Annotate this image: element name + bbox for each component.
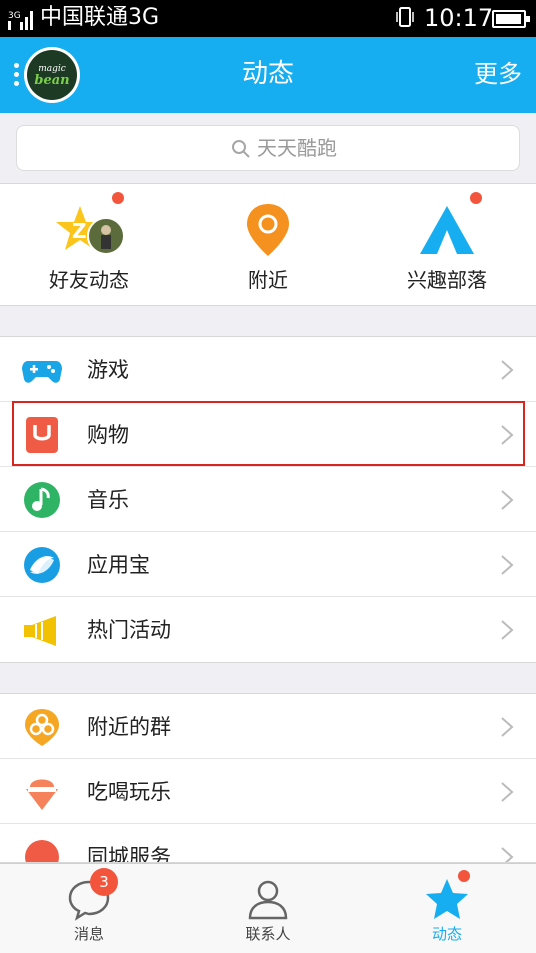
chevron-right-icon [501, 717, 514, 737]
tab-label: 消息 [73, 925, 104, 943]
top-nav-bar: magic bean 动态 更多 [0, 37, 536, 113]
city-service-icon [25, 840, 59, 862]
quick-nearby[interactable]: 附近 [179, 184, 357, 306]
tab-label: 联系人 [245, 925, 291, 943]
search-area: 天天酷跑 [0, 113, 536, 184]
chevron-right-icon [501, 555, 514, 575]
friend-feed-icon: Z [56, 206, 124, 255]
list-item-label: 购物 [87, 423, 129, 447]
unread-badge: 3 [90, 868, 118, 896]
clock: 10:17 [424, 4, 494, 32]
tent-icon [420, 206, 474, 254]
bottom-tab-bar: 3 消息 联系人 动态 [0, 863, 536, 953]
gamepad-icon [22, 361, 62, 383]
list-item-label: 游戏 [87, 358, 129, 382]
carrier-label: 中国联通3G [40, 5, 160, 30]
list-item-shopping[interactable]: 购物 [0, 402, 536, 467]
star-icon [426, 879, 468, 919]
list-item-nearby-groups[interactable]: 附近的群 [0, 694, 536, 759]
list-item-city-service[interactable]: 同城服务 [0, 824, 536, 863]
search-input[interactable]: 天天酷跑 [16, 125, 520, 171]
food-icon [26, 779, 58, 810]
tab-label: 动态 [431, 925, 462, 943]
list-item-label: 应用宝 [87, 553, 150, 577]
list-item-label: 音乐 [87, 488, 129, 512]
list-item-label: 同城服务 [87, 845, 171, 863]
vibrate-icon [396, 7, 414, 27]
more-button[interactable]: 更多 [474, 58, 522, 90]
list-item-label: 吃喝玩乐 [87, 780, 171, 804]
svg-text:3G: 3G [8, 11, 21, 21]
chevron-right-icon [501, 425, 514, 445]
nearby-group-icon [25, 709, 59, 746]
search-icon [232, 140, 250, 158]
list-item-label: 热门活动 [87, 618, 171, 642]
list-item-label: 附近的群 [87, 715, 171, 739]
chevron-right-icon [501, 782, 514, 802]
tab-messages[interactable]: 3 消息 [0, 864, 178, 953]
tab-feed[interactable]: 动态 [358, 864, 536, 953]
list-item-hot-events[interactable]: 热门活动 [0, 597, 536, 662]
chevron-right-icon [501, 360, 514, 380]
list-item-food-fun[interactable]: 吃喝玩乐 [0, 759, 536, 824]
location-pin-icon [247, 204, 289, 256]
tab-contacts[interactable]: 联系人 [179, 864, 357, 953]
search-placeholder: 天天酷跑 [257, 136, 337, 160]
list-item-music[interactable]: 音乐 [0, 467, 536, 532]
quick-interest-tribe[interactable]: 兴趣部落 [358, 184, 536, 306]
contacts-icon [248, 880, 288, 920]
notification-dot [112, 192, 124, 204]
quick-label: 兴趣部落 [407, 268, 487, 292]
list-item-app-store[interactable]: 应用宝 [0, 532, 536, 597]
music-note-icon [24, 482, 60, 518]
megaphone-icon [24, 616, 56, 646]
chevron-right-icon [501, 490, 514, 510]
service-list-1: 游戏 购物 音乐 应用宝 热门活动 [0, 336, 536, 663]
status-bar: 3G 中国联通3G 10:17 [0, 0, 536, 37]
svg-text:Z: Z [72, 219, 87, 243]
service-list-2: 附近的群 吃喝玩乐 同城服务 [0, 693, 536, 863]
quick-friend-feed[interactable]: Z 好友动态 [0, 184, 178, 306]
page-title: 动态 [241, 59, 294, 89]
shopping-icon [26, 417, 58, 453]
app-store-icon [24, 547, 60, 583]
signal-icon: 3G [8, 11, 33, 30]
quick-label: 好友动态 [49, 268, 129, 292]
quick-label: 附近 [248, 268, 288, 292]
notification-dot [470, 192, 482, 204]
list-item-game[interactable]: 游戏 [0, 337, 536, 402]
chevron-right-icon [501, 847, 514, 862]
notification-dot [458, 870, 470, 882]
chevron-right-icon [501, 620, 514, 640]
battery-icon [492, 10, 530, 28]
quick-actions: Z 好友动态 附近 兴趣部落 [0, 184, 536, 306]
